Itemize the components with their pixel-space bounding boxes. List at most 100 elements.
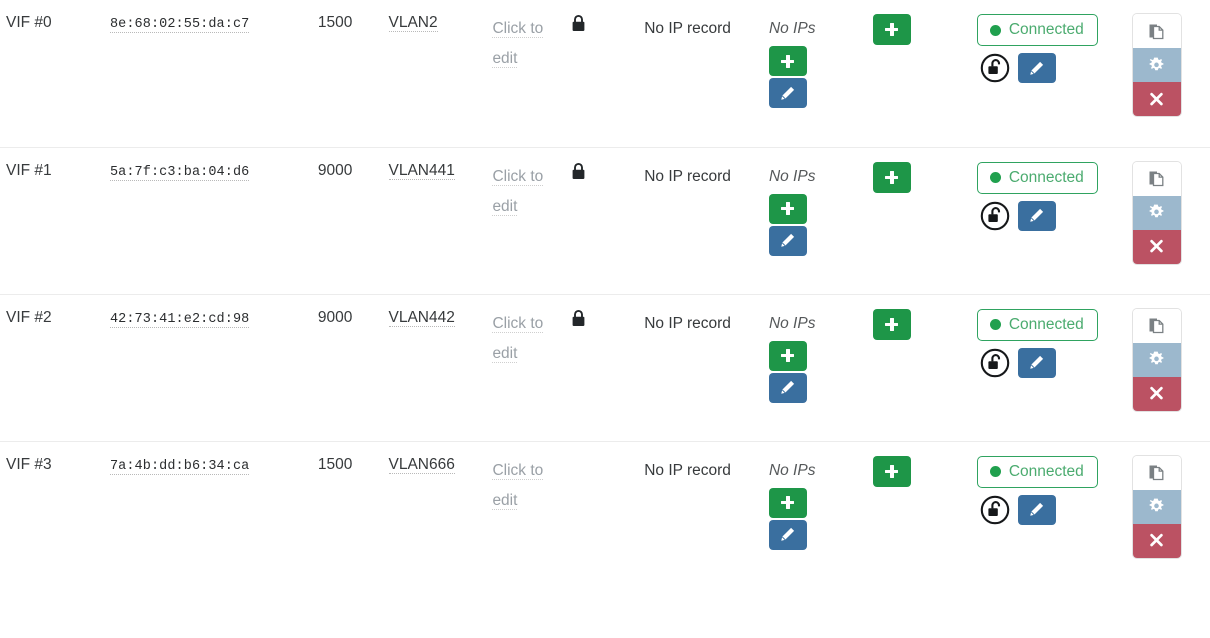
add-vif-button[interactable] [872, 14, 911, 45]
cell-network: VLAN666 [383, 441, 487, 588]
mac-address-value[interactable]: 42:73:41:e2:cd:98 [109, 311, 250, 328]
cell-mac-address: 7a:4b:dd:b6:34:ca [104, 441, 312, 588]
cell-device: VIF #1 [0, 147, 104, 295]
add-ip-button[interactable] [768, 46, 807, 76]
add-ip-button[interactable] [768, 193, 807, 224]
lock-icon [571, 309, 632, 328]
status-label: Connected [1008, 168, 1084, 186]
add-ip-button[interactable] [768, 487, 807, 518]
cell-actions [1126, 0, 1210, 148]
cell-edit-hint: Click to edit [486, 294, 566, 442]
delete-button[interactable] [1132, 229, 1181, 264]
cell-device: VIF #0 [0, 0, 104, 148]
cell-mac-address: 8e:68:02:55:da:c7 [103, 0, 312, 148]
plus-icon [781, 496, 795, 509]
cell-mtu: 1500 [312, 441, 383, 588]
cell-device: VIF #2 [0, 294, 104, 442]
cell-status: Connected [971, 441, 1127, 588]
add-vif-button[interactable] [872, 455, 911, 487]
mac-address-value[interactable]: 7a:4b:dd:b6:34:ca [109, 458, 250, 475]
status-dot-icon [989, 172, 1001, 183]
copy-icon [1147, 169, 1166, 188]
mtu-value: 1500 [317, 14, 353, 31]
cell-ips: No IPs [762, 294, 867, 442]
network-name-value[interactable]: VLAN441 [388, 161, 455, 180]
copy-button[interactable] [1132, 455, 1181, 490]
pencil-icon [1028, 354, 1045, 371]
cell-status: Connected [970, 0, 1127, 148]
network-name-value[interactable]: VLAN666 [388, 455, 455, 474]
vif-device-label: VIF #1 [6, 161, 52, 179]
vif-device-label: VIF #0 [6, 14, 52, 31]
ip-actions [768, 193, 861, 256]
edit-status-button[interactable] [1017, 53, 1056, 83]
edit-ip-button[interactable] [768, 519, 807, 550]
click-to-edit-field[interactable]: Click to edit [492, 167, 544, 216]
ip-record-value: No IP record [644, 461, 731, 479]
status-badge[interactable]: Connected [976, 14, 1098, 46]
settings-button[interactable] [1132, 195, 1181, 230]
vif-device-label: VIF #3 [6, 455, 52, 473]
edit-status-button[interactable] [1017, 494, 1056, 525]
cell-network: VLAN442 [382, 294, 487, 442]
pencil-icon [1028, 60, 1045, 77]
mac-address-value[interactable]: 8e:68:02:55:da:c7 [109, 17, 250, 33]
add-vif-button[interactable] [872, 161, 911, 193]
copy-button[interactable] [1132, 14, 1181, 48]
network-name-value[interactable]: VLAN442 [388, 308, 455, 327]
pencil-icon [779, 232, 796, 249]
delete-button[interactable] [1132, 523, 1181, 558]
cell-lock-indicator [565, 147, 639, 295]
add-vif-button[interactable] [872, 308, 911, 340]
table-row: VIF #2 42:73:41:e2:cd:98 9000 VLAN442 Cl… [0, 294, 1210, 442]
status-badge[interactable]: Connected [976, 308, 1098, 341]
copy-button[interactable] [1132, 161, 1181, 196]
cell-lock-indicator [565, 294, 639, 442]
status-controls [977, 53, 1121, 83]
plus-icon [885, 317, 899, 331]
click-to-edit-field[interactable]: Click to edit [492, 314, 544, 363]
ip-actions [768, 46, 861, 108]
table-row: VIF #3 7a:4b:dd:b6:34:ca 1500 VLAN666 Cl… [0, 441, 1210, 588]
cell-ips: No IPs [763, 441, 867, 588]
x-icon [1149, 386, 1164, 401]
status-label: Connected [1008, 315, 1084, 333]
click-to-edit-field[interactable]: Click to edit [492, 20, 544, 68]
edit-ip-button[interactable] [768, 78, 807, 108]
unlock-circle-icon[interactable] [980, 348, 1010, 378]
add-ip-button[interactable] [768, 340, 807, 371]
status-dot-icon [989, 24, 1001, 36]
cell-network: VLAN441 [382, 147, 487, 295]
settings-button[interactable] [1132, 342, 1181, 377]
action-button-stack [1132, 14, 1181, 116]
unlock-circle-icon[interactable] [980, 201, 1010, 231]
pencil-icon [779, 85, 796, 102]
settings-button[interactable] [1132, 48, 1181, 82]
mac-address-value[interactable]: 5a:7f:c3:ba:04:d6 [109, 164, 250, 181]
edit-ip-button[interactable] [768, 372, 807, 403]
cell-mtu: 9000 [311, 294, 383, 442]
status-badge[interactable]: Connected [976, 455, 1098, 488]
delete-button[interactable] [1132, 376, 1181, 411]
unlock-circle-icon[interactable] [980, 495, 1010, 525]
gear-icon [1148, 204, 1165, 221]
edit-status-button[interactable] [1017, 200, 1056, 231]
copy-button[interactable] [1132, 308, 1181, 343]
action-button-stack [1132, 161, 1181, 264]
status-badge[interactable]: Connected [976, 161, 1098, 194]
cell-ips: No IPs [762, 0, 867, 148]
network-name-value[interactable]: VLAN2 [388, 14, 438, 32]
edit-status-button[interactable] [1017, 347, 1056, 378]
x-icon [1149, 533, 1164, 548]
ips-value: No IPs [768, 167, 816, 185]
delete-button[interactable] [1132, 82, 1181, 116]
click-to-edit-field[interactable]: Click to edit [492, 461, 544, 510]
x-icon [1149, 92, 1164, 107]
settings-button[interactable] [1132, 489, 1181, 524]
ips-value: No IPs [768, 461, 816, 479]
pencil-icon [779, 379, 796, 396]
cell-device: VIF #3 [0, 441, 104, 588]
cell-add-row [866, 0, 971, 148]
unlock-circle-icon[interactable] [980, 53, 1010, 83]
edit-ip-button[interactable] [768, 225, 807, 256]
